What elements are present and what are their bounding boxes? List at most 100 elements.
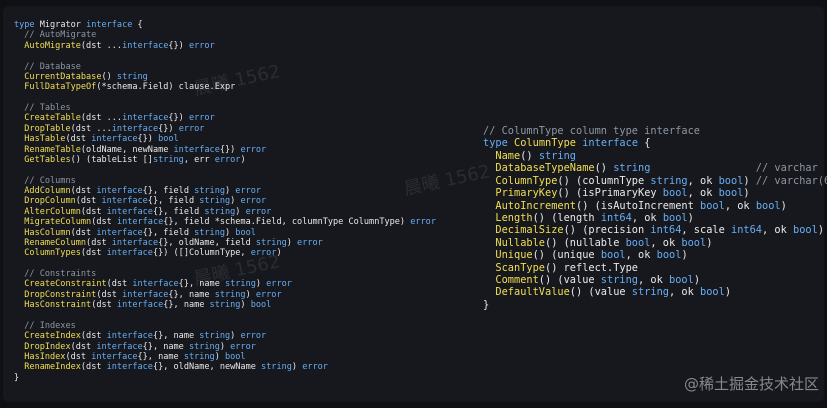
code-token: () (unique [532, 249, 601, 262]
code-token: interface [116, 217, 164, 228]
code-token: , err [183, 154, 215, 165]
code-token: ColumnTypes [14, 248, 81, 259]
code-token: string [194, 227, 225, 238]
code-token: ) [780, 199, 787, 212]
code-token: error [297, 237, 323, 248]
code-token: ) [706, 236, 713, 249]
code-token: bool [235, 227, 256, 238]
code-token: AutoMigrate [14, 40, 81, 51]
code-token: () [594, 162, 614, 175]
code-line: ColumnTypes(dst interface{}) ([]ColumnTy… [14, 248, 436, 258]
code-token: bool [656, 249, 682, 262]
code-token: // Indexes [14, 320, 76, 331]
code-token: // varchar(64) [755, 174, 827, 187]
code-token: (dst [70, 341, 97, 352]
code-token: int64 [731, 224, 762, 237]
code-token: HasTable [14, 134, 66, 145]
code-line: HasConstraint(dst interface{}, name stri… [14, 300, 436, 310]
code-line: CreateTable(dst ...interface{}) error [14, 113, 436, 123]
code-token: () reflect.Type [545, 261, 638, 274]
code-token: { [638, 137, 651, 150]
code-line: AddColumn(dst interface{}, field string)… [14, 186, 436, 196]
code-token: , ok [625, 249, 657, 262]
code-token: string [152, 154, 184, 165]
code-token: string [183, 352, 215, 362]
code-token: bool [793, 224, 818, 237]
code-token: (dst [70, 186, 97, 196]
code-token: , ok [650, 236, 682, 249]
code-token: (*schema.Field) clause.Expr [96, 82, 236, 93]
code-token: (dst [80, 206, 107, 217]
code-token: DropTable [14, 123, 71, 134]
code-token: ) [245, 289, 256, 300]
code-token: DecimalSize [483, 224, 564, 237]
code-token: RenameTable [14, 144, 81, 155]
code-token: (dst [75, 196, 102, 207]
code-token: PrimaryKey [483, 187, 558, 200]
code-token: interface [582, 137, 639, 150]
code-line: ​ [14, 51, 436, 61]
code-token: // Tables [14, 103, 71, 113]
code-token: error [188, 40, 215, 51]
code-token: CurrentDatabase [14, 71, 102, 82]
code-token: interface [111, 123, 159, 134]
code-token: interface [122, 289, 169, 300]
code-token: RenameIndex [14, 362, 81, 373]
code-line: DatabaseTypeName() string // varchar [483, 162, 827, 174]
code-token: ) [276, 248, 282, 259]
code-token: (dst [96, 289, 123, 300]
code-token: ScanType [483, 261, 545, 274]
code-token: ColumnType [514, 137, 577, 150]
code-token: { [132, 20, 143, 30]
code-token: (dst [106, 279, 133, 290]
code-token: error [188, 113, 215, 124]
code-token: {}) [168, 113, 189, 124]
code-token: int64 [600, 211, 632, 224]
code-token: error [240, 331, 267, 342]
code-token: (dst [80, 331, 107, 342]
code-token: ) [214, 352, 225, 362]
code-token: CreateTable [14, 113, 81, 124]
code-token: (dst [65, 134, 92, 145]
code-token: interface [116, 300, 164, 311]
code-token: interface [111, 237, 159, 248]
code-token: ) [743, 187, 750, 200]
code-token: interface [106, 331, 153, 342]
code-token: bool [625, 236, 651, 249]
code-token: // varchar [650, 162, 818, 175]
code-token: interface [96, 341, 143, 352]
code-line: CreateIndex(dst interface{}, name string… [14, 331, 436, 341]
code-token: // Database [14, 61, 81, 72]
code-token: string [650, 174, 688, 187]
code-token: // Constraints [14, 269, 97, 279]
code-line: ​ [14, 93, 436, 103]
code-line: ​ [14, 165, 436, 175]
code-token: (dst [91, 300, 117, 311]
code-token: DropColumn [14, 196, 76, 207]
code-line: } [14, 373, 436, 383]
code-token: {}, name [168, 289, 215, 300]
code-token: AddColumn [14, 186, 71, 196]
code-token: error [214, 154, 241, 165]
code-token: {}, name [137, 352, 184, 362]
code-token: Unique [483, 249, 533, 262]
code-token: ) [230, 196, 241, 207]
code-token: {}, name [178, 279, 225, 290]
site-watermark: @稀土掘金技术社区 [684, 373, 819, 394]
code-token: interface [96, 186, 143, 196]
code-token: AlterColumn [14, 206, 81, 217]
code-token: , scale [681, 224, 731, 237]
code-line: RenameIndex(dst interface{}, oldName, ne… [14, 362, 436, 372]
code-line: // AutoMigrate [14, 30, 436, 40]
code-line: DropIndex(dst interface{}, name string) … [14, 342, 436, 352]
code-token: string [194, 186, 225, 196]
code-token: type [14, 20, 35, 30]
migrator-interface-code: type Migrator interface { // AutoMigrate… [14, 20, 436, 383]
code-token: string [613, 162, 651, 175]
code-token: () (isAutoIncrement [576, 199, 700, 212]
code-token: (dst [80, 248, 107, 259]
code-token: string [209, 300, 241, 311]
code-line: ScanType() reflect.Type [483, 262, 827, 274]
code-token: string [204, 206, 236, 217]
code-line: CreateConstraint(dst interface{}, name s… [14, 279, 436, 289]
